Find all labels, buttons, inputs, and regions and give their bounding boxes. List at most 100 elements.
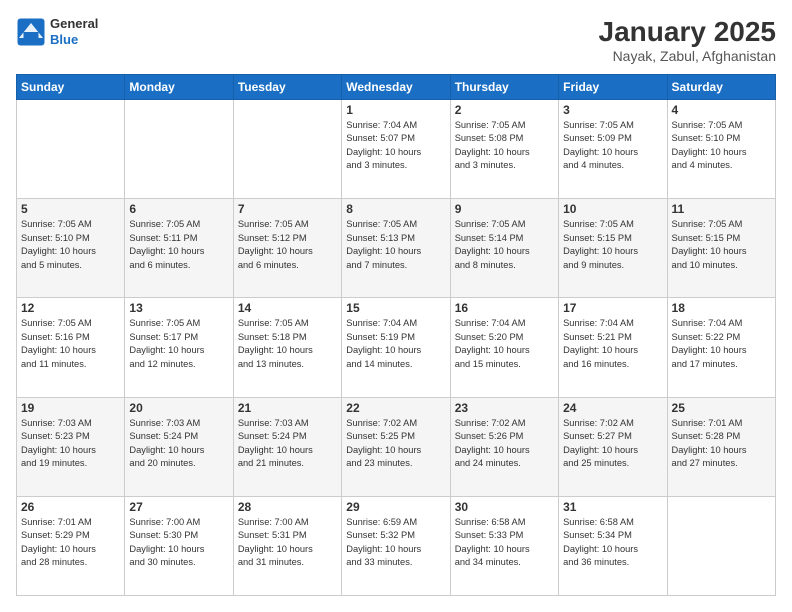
day-info: Sunrise: 7:05 AM Sunset: 5:10 PM Dayligh… [21, 218, 120, 272]
day-cell: 27Sunrise: 7:00 AM Sunset: 5:30 PM Dayli… [125, 496, 233, 595]
day-cell: 16 Sunrise: 7:04 AM Sunset: 5:20 PM Dayli… [450, 298, 558, 397]
day-header-monday: Monday [125, 75, 233, 100]
day-info: Sunrise: 7:01 AM Sunset: 5:29 PM Dayligh… [21, 516, 120, 570]
day-info: Sunrise: 7:04 AM Sunset: 5:19 PM Dayligh… [346, 317, 445, 371]
day-cell: 5Sunrise: 7:05 AM Sunset: 5:10 PM Daylig… [17, 199, 125, 298]
day-cell: 30 Sunrise: 6:58 AM Sunset: 5:33 PM Dayli… [450, 496, 558, 595]
calendar-title: January 2025 [599, 16, 776, 48]
day-number: 27 [129, 500, 228, 514]
day-cell: 7 Sunrise: 7:05 AM Sunset: 5:12 PM Daylig… [233, 199, 341, 298]
day-cell: 15 Sunrise: 7:04 AM Sunset: 5:19 PM Dayli… [342, 298, 450, 397]
day-cell [17, 100, 125, 199]
day-cell: 23 Sunrise: 7:02 AM Sunset: 5:26 PM Dayli… [450, 397, 558, 496]
day-info: Sunrise: 7:05 AM Sunset: 5:16 PM Dayligh… [21, 317, 120, 371]
day-info: Sunrise: 7:05 AM Sunset: 5:15 PM Dayligh… [672, 218, 771, 272]
day-number: 22 [346, 401, 445, 415]
day-info: Sunrise: 7:05 AM Sunset: 5:12 PM Dayligh… [238, 218, 337, 272]
day-cell: 19 Sunrise: 7:03 AM Sunset: 5:23 PM Dayli… [17, 397, 125, 496]
day-number: 16 [455, 301, 554, 315]
day-cell: 2 Sunrise: 7:05 AM Sunset: 5:08 PM Daylig… [450, 100, 558, 199]
day-info: Sunrise: 7:02 AM Sunset: 5:26 PM Dayligh… [455, 417, 554, 471]
day-number: 19 [21, 401, 120, 415]
day-info: Sunrise: 7:05 AM Sunset: 5:17 PM Dayligh… [129, 317, 228, 371]
day-info: Sunrise: 6:59 AM Sunset: 5:32 PM Dayligh… [346, 516, 445, 570]
day-info: Sunrise: 7:05 AM Sunset: 5:18 PM Dayligh… [238, 317, 337, 371]
day-number: 15 [346, 301, 445, 315]
day-cell: 12 Sunrise: 7:05 AM Sunset: 5:16 PM Dayli… [17, 298, 125, 397]
week-row-1: 1Sunrise: 7:04 AM Sunset: 5:07 PM Daylig… [17, 100, 776, 199]
header-row: SundayMondayTuesdayWednesdayThursdayFrid… [17, 75, 776, 100]
day-header-sunday: Sunday [17, 75, 125, 100]
logo-text: General Blue [50, 16, 98, 47]
day-cell: 17Sunrise: 7:04 AM Sunset: 5:21 PM Dayli… [559, 298, 667, 397]
day-info: Sunrise: 7:02 AM Sunset: 5:25 PM Dayligh… [346, 417, 445, 471]
title-block: January 2025 Nayak, Zabul, Afghanistan [599, 16, 776, 64]
header: General Blue January 2025 Nayak, Zabul, … [16, 16, 776, 64]
day-number: 29 [346, 500, 445, 514]
logo-icon [16, 17, 46, 47]
day-info: Sunrise: 7:05 AM Sunset: 5:15 PM Dayligh… [563, 218, 662, 272]
day-header-wednesday: Wednesday [342, 75, 450, 100]
day-number: 25 [672, 401, 771, 415]
day-number: 30 [455, 500, 554, 514]
day-number: 20 [129, 401, 228, 415]
day-info: Sunrise: 7:05 AM Sunset: 5:13 PM Dayligh… [346, 218, 445, 272]
day-cell: 21 Sunrise: 7:03 AM Sunset: 5:24 PM Dayli… [233, 397, 341, 496]
day-info: Sunrise: 7:01 AM Sunset: 5:28 PM Dayligh… [672, 417, 771, 471]
day-number: 6 [129, 202, 228, 216]
day-header-friday: Friday [559, 75, 667, 100]
day-number: 18 [672, 301, 771, 315]
day-info: Sunrise: 7:03 AM Sunset: 5:23 PM Dayligh… [21, 417, 120, 471]
day-info: Sunrise: 7:02 AM Sunset: 5:27 PM Dayligh… [563, 417, 662, 471]
day-info: Sunrise: 7:04 AM Sunset: 5:22 PM Dayligh… [672, 317, 771, 371]
day-info: Sunrise: 7:05 AM Sunset: 5:10 PM Dayligh… [672, 119, 771, 173]
day-cell: 22 Sunrise: 7:02 AM Sunset: 5:25 PM Dayli… [342, 397, 450, 496]
day-number: 12 [21, 301, 120, 315]
day-number: 3 [563, 103, 662, 117]
day-info: Sunrise: 6:58 AM Sunset: 5:34 PM Dayligh… [563, 516, 662, 570]
day-info: Sunrise: 7:03 AM Sunset: 5:24 PM Dayligh… [238, 417, 337, 471]
page: General Blue January 2025 Nayak, Zabul, … [0, 0, 792, 612]
logo-blue: Blue [50, 32, 98, 48]
day-number: 13 [129, 301, 228, 315]
day-cell: 9Sunrise: 7:05 AM Sunset: 5:14 PM Daylig… [450, 199, 558, 298]
day-info: Sunrise: 7:04 AM Sunset: 5:07 PM Dayligh… [346, 119, 445, 173]
day-number: 4 [672, 103, 771, 117]
day-number: 28 [238, 500, 337, 514]
day-cell: 28Sunrise: 7:00 AM Sunset: 5:31 PM Dayli… [233, 496, 341, 595]
day-info: Sunrise: 6:58 AM Sunset: 5:33 PM Dayligh… [455, 516, 554, 570]
day-number: 17 [563, 301, 662, 315]
day-cell [233, 100, 341, 199]
day-cell: 13 Sunrise: 7:05 AM Sunset: 5:17 PM Dayli… [125, 298, 233, 397]
day-number: 11 [672, 202, 771, 216]
day-info: Sunrise: 7:05 AM Sunset: 5:09 PM Dayligh… [563, 119, 662, 173]
day-number: 10 [563, 202, 662, 216]
day-number: 8 [346, 202, 445, 216]
day-info: Sunrise: 7:05 AM Sunset: 5:14 PM Dayligh… [455, 218, 554, 272]
day-cell: 1Sunrise: 7:04 AM Sunset: 5:07 PM Daylig… [342, 100, 450, 199]
day-cell: 6Sunrise: 7:05 AM Sunset: 5:11 PM Daylig… [125, 199, 233, 298]
day-info: Sunrise: 7:03 AM Sunset: 5:24 PM Dayligh… [129, 417, 228, 471]
day-cell: 18 Sunrise: 7:04 AM Sunset: 5:22 PM Dayli… [667, 298, 775, 397]
day-number: 2 [455, 103, 554, 117]
week-row-5: 26Sunrise: 7:01 AM Sunset: 5:29 PM Dayli… [17, 496, 776, 595]
day-cell: 8 Sunrise: 7:05 AM Sunset: 5:13 PM Daylig… [342, 199, 450, 298]
day-info: Sunrise: 7:04 AM Sunset: 5:20 PM Dayligh… [455, 317, 554, 371]
week-row-3: 12 Sunrise: 7:05 AM Sunset: 5:16 PM Dayli… [17, 298, 776, 397]
day-number: 23 [455, 401, 554, 415]
day-cell: 29 Sunrise: 6:59 AM Sunset: 5:32 PM Dayli… [342, 496, 450, 595]
calendar-table: SundayMondayTuesdayWednesdayThursdayFrid… [16, 74, 776, 596]
day-info: Sunrise: 7:05 AM Sunset: 5:08 PM Dayligh… [455, 119, 554, 173]
day-cell: 26Sunrise: 7:01 AM Sunset: 5:29 PM Dayli… [17, 496, 125, 595]
day-number: 21 [238, 401, 337, 415]
day-cell: 31Sunrise: 6:58 AM Sunset: 5:34 PM Dayli… [559, 496, 667, 595]
day-cell: 25 Sunrise: 7:01 AM Sunset: 5:28 PM Dayli… [667, 397, 775, 496]
day-number: 7 [238, 202, 337, 216]
day-cell: 10 Sunrise: 7:05 AM Sunset: 5:15 PM Dayli… [559, 199, 667, 298]
day-number: 24 [563, 401, 662, 415]
week-row-4: 19 Sunrise: 7:03 AM Sunset: 5:23 PM Dayli… [17, 397, 776, 496]
day-cell: 3 Sunrise: 7:05 AM Sunset: 5:09 PM Daylig… [559, 100, 667, 199]
day-cell: 20 Sunrise: 7:03 AM Sunset: 5:24 PM Dayli… [125, 397, 233, 496]
day-cell [667, 496, 775, 595]
day-cell [125, 100, 233, 199]
